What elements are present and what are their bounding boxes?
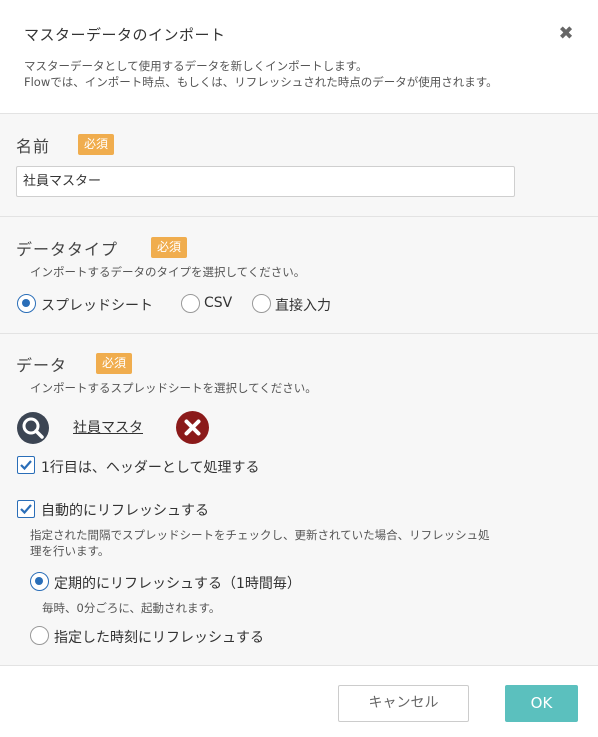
header-row-checkbox[interactable]	[17, 456, 35, 474]
name-section: 名前 必須 社員マスター	[0, 114, 598, 217]
data-section: データ 必須 インポートするスプレッドシートを選択してください。 社員マスタ 1…	[0, 334, 598, 666]
data-type-label: データタイプ	[16, 240, 119, 259]
required-badge: 必須	[96, 353, 133, 374]
auto-refresh-hint: 指定された間隔でスプレッドシートをチェックし、更新されていた場合、リフレッシュ処…	[30, 527, 490, 559]
selected-file-link[interactable]: 社員マスタ	[73, 417, 143, 437]
radio-periodic-refresh-label[interactable]: 定期的にリフレッシュする（1時間毎）	[54, 573, 301, 593]
header-row-checkbox-label[interactable]: 1行目は、ヘッダーとして処理する	[41, 457, 260, 477]
dialog-header: マスターデータのインポート ✖ マスターデータとして使用するデータを新しくインポ…	[0, 0, 598, 114]
search-icon[interactable]	[17, 412, 49, 444]
auto-refresh-checkbox[interactable]	[17, 500, 35, 518]
description-line-1: マスターデータとして使用するデータを新しくインポートします。	[24, 59, 368, 73]
radio-spreadsheet-label[interactable]: スプレッドシート	[41, 295, 153, 315]
periodic-refresh-hint: 毎時、0分ごろに、起動されます。	[42, 601, 221, 615]
data-label: データ	[16, 356, 68, 375]
ok-button[interactable]: OK	[505, 685, 578, 722]
remove-file-icon[interactable]	[176, 411, 209, 444]
radio-csv[interactable]	[181, 294, 200, 313]
dialog-footer: キャンセル OK	[0, 666, 598, 737]
description-line-2: Flowでは、インポート時点、もしくは、リフレッシュされた時点のデータが使用され…	[24, 75, 498, 89]
radio-scheduled-refresh[interactable]	[30, 626, 49, 645]
radio-direct-input-label[interactable]: 直接入力	[275, 295, 331, 315]
auto-refresh-hint-line-2: 理を行います。	[30, 544, 110, 558]
auto-refresh-checkbox-label[interactable]: 自動的にリフレッシュする	[41, 500, 209, 520]
close-icon[interactable]: ✖	[556, 24, 576, 44]
name-input[interactable]: 社員マスター	[16, 166, 515, 197]
dialog-title: マスターデータのインポート	[24, 26, 226, 44]
data-type-section: データタイプ 必須 インポートするデータのタイプを選択してください。 スプレッド…	[0, 217, 598, 334]
name-label: 名前	[16, 137, 51, 156]
required-badge: 必須	[78, 134, 115, 155]
radio-periodic-refresh[interactable]	[30, 572, 49, 591]
data-type-hint: インポートするデータのタイプを選択してください。	[30, 265, 306, 279]
radio-scheduled-refresh-label[interactable]: 指定した時刻にリフレッシュする	[54, 627, 264, 647]
data-hint: インポートするスプレッドシートを選択してください。	[30, 381, 317, 395]
required-badge: 必須	[151, 237, 188, 258]
radio-spreadsheet[interactable]	[17, 294, 36, 313]
dialog-description: マスターデータとして使用するデータを新しくインポートします。 Flowでは、イン…	[24, 58, 498, 90]
cancel-button[interactable]: キャンセル	[338, 685, 469, 722]
radio-direct-input[interactable]	[252, 294, 271, 313]
radio-csv-label[interactable]: CSV	[204, 295, 232, 311]
auto-refresh-hint-line-1: 指定された間隔でスプレッドシートをチェックし、更新されていた場合、リフレッシュ処	[30, 528, 490, 542]
